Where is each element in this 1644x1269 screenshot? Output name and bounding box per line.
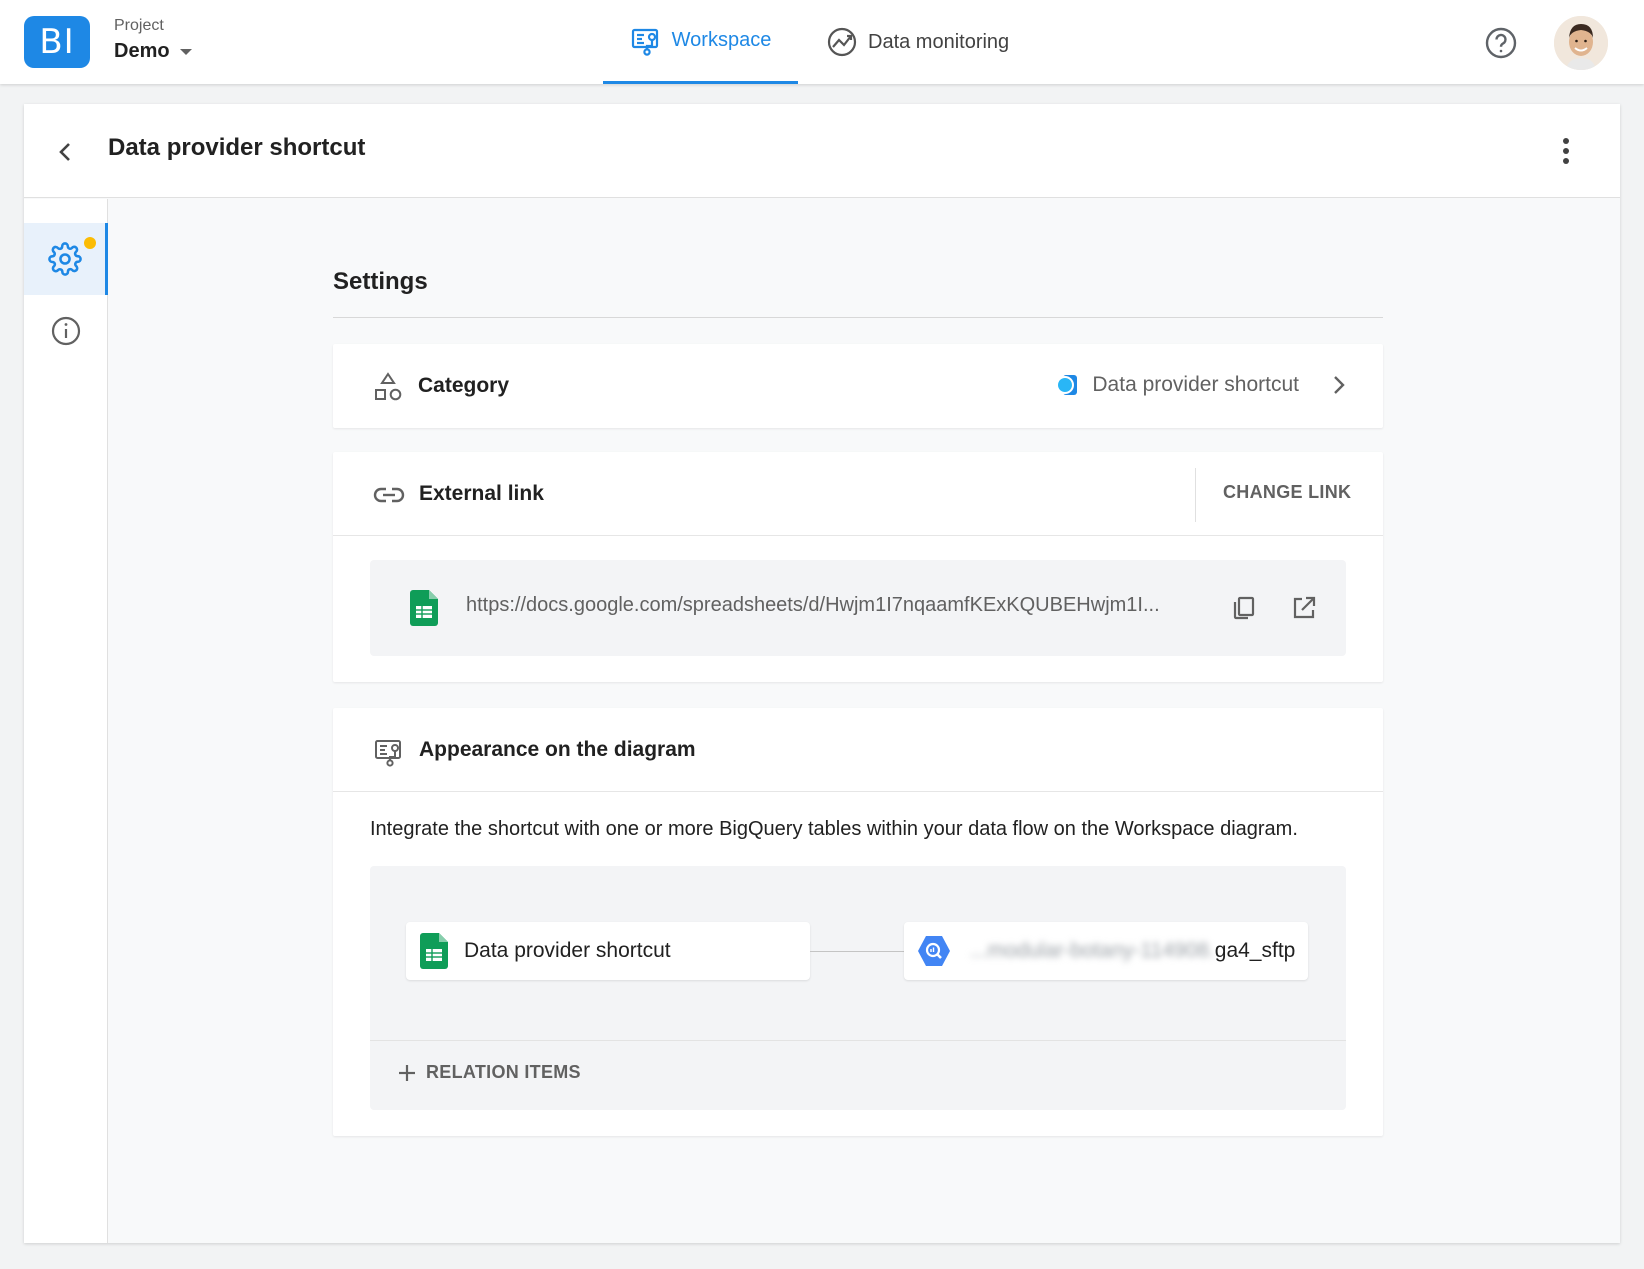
copy-icon[interactable] — [1230, 594, 1258, 622]
settings-title: Settings — [333, 268, 428, 295]
project-label: Project — [114, 17, 164, 34]
open-in-new-icon[interactable] — [1290, 594, 1318, 622]
external-link-header: External link CHANGE LINK — [333, 452, 1383, 536]
side-rail — [24, 199, 108, 1243]
source-node-label: Data provider shortcut — [464, 939, 671, 962]
shapes-icon — [375, 372, 402, 401]
change-link-button[interactable]: CHANGE LINK — [1223, 482, 1351, 503]
target-node-label: ga4_sftp — [1214, 939, 1296, 962]
add-relation-items-button[interactable]: RELATION ITEMS — [398, 1062, 581, 1083]
category-row[interactable]: Category Data provider shortcut — [333, 344, 1383, 428]
workspace-icon — [631, 28, 658, 56]
top-bar: BI Project Demo Workspace Data monitorin… — [0, 0, 1644, 84]
category-value: Data provider shortcut — [1054, 372, 1349, 398]
divider — [1195, 468, 1196, 522]
back-arrow-icon[interactable] — [52, 138, 80, 166]
shortcut-category-icon — [1056, 375, 1078, 395]
info-icon — [51, 316, 81, 346]
appearance-label: Appearance on the diagram — [419, 738, 696, 761]
chevron-right-icon — [1334, 376, 1345, 394]
google-sheets-icon — [420, 933, 448, 969]
external-link-label: External link — [419, 482, 544, 505]
divider — [333, 317, 1383, 318]
help-icon[interactable] — [1484, 26, 1518, 60]
user-avatar-image — [1554, 16, 1608, 70]
gear-icon — [47, 242, 82, 276]
tab-workspace[interactable]: Workspace — [603, 0, 798, 84]
monitoring-icon — [827, 27, 857, 57]
tab-data-monitoring[interactable]: Data monitoring — [826, 0, 1009, 84]
project-name: Demo — [114, 40, 170, 62]
category-value-text: Data provider shortcut — [1092, 373, 1299, 396]
external-link-panel: External link CHANGE LINK https://docs.g… — [333, 452, 1383, 682]
page-header: Data provider shortcut — [24, 104, 1620, 198]
url-text[interactable]: https://docs.google.com/spreadsheets/d/H… — [466, 594, 1206, 617]
google-sheets-icon — [410, 590, 438, 626]
bigquery-icon — [918, 936, 950, 966]
link-icon — [373, 487, 405, 503]
chevron-down-icon — [179, 48, 192, 55]
appearance-description: Integrate the shortcut with one or more … — [370, 818, 1298, 840]
notification-dot — [84, 237, 96, 249]
appearance-panel: Appearance on the diagram Integrate the … — [333, 708, 1383, 1136]
more-vert-icon[interactable] — [1552, 134, 1580, 168]
main-card: Data provider shortcut Settings Category… — [24, 104, 1620, 1243]
avatar[interactable] — [1554, 16, 1608, 70]
target-node[interactable]: ...modular-botany-114908. ga4_sftp — [904, 922, 1308, 980]
source-node[interactable]: Data provider shortcut — [406, 922, 810, 980]
diagram-icon — [375, 740, 401, 767]
tab-data-monitoring-label: Data monitoring — [868, 30, 1010, 53]
app-logo[interactable]: BI — [24, 16, 90, 68]
category-label: Category — [418, 374, 510, 397]
target-node-blurred-name: ...modular-botany-114908. — [970, 939, 1215, 962]
connector-line — [810, 951, 904, 952]
page-title: Data provider shortcut — [108, 134, 366, 161]
sidebar-item-info[interactable] — [24, 295, 108, 367]
project-selector[interactable]: Demo — [114, 40, 192, 63]
sidebar-item-settings[interactable] — [24, 223, 108, 295]
url-box: https://docs.google.com/spreadsheets/d/H… — [370, 560, 1346, 656]
tab-workspace-label: Workspace — [671, 29, 772, 51]
divider — [370, 1040, 1346, 1041]
plus-icon — [399, 1064, 415, 1081]
add-relation-label: RELATION ITEMS — [426, 1062, 581, 1082]
appearance-header: Appearance on the diagram — [333, 708, 1383, 792]
diagram-preview: Data provider shortcut ...modular-botany… — [370, 866, 1346, 1110]
